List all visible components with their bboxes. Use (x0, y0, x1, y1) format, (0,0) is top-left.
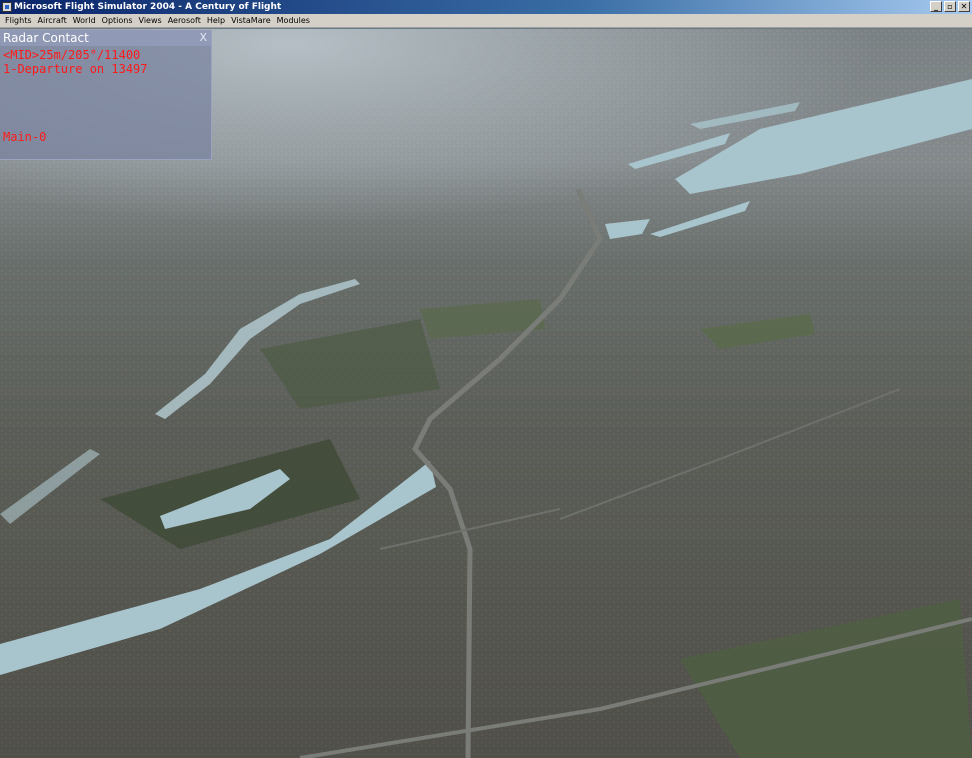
menu-vistamare[interactable]: VistaMare (228, 16, 274, 25)
radar-line-departure[interactable]: 1-Departure on 13497 (3, 62, 148, 76)
menu-aerosoft[interactable]: Aerosoft (165, 16, 204, 25)
radar-line-clearance: <MID>25m/205°/11400 (3, 48, 141, 62)
window-controls: _ ▫ ✕ (930, 1, 970, 12)
menu-help[interactable]: Help (204, 16, 228, 25)
menu-views[interactable]: Views (136, 16, 165, 25)
window-title: Microsoft Flight Simulator 2004 - A Cent… (14, 2, 282, 12)
radar-line-main[interactable]: Main-0 (3, 130, 46, 144)
minimize-button[interactable]: _ (930, 1, 942, 12)
menu-flights[interactable]: Flights (2, 16, 35, 25)
app-icon[interactable] (2, 2, 12, 12)
menu-options[interactable]: Options (99, 16, 136, 25)
radar-close-icon[interactable]: X (199, 31, 207, 44)
radar-title: Radar Contact (3, 31, 89, 45)
title-bar: Microsoft Flight Simulator 2004 - A Cent… (0, 0, 972, 14)
radar-header[interactable]: Radar Contact X (0, 30, 211, 46)
radar-contact-panel[interactable]: Radar Contact X <MID>25m/205°/11400 1-De… (0, 30, 212, 160)
close-button[interactable]: ✕ (958, 1, 970, 12)
menu-world[interactable]: World (70, 16, 99, 25)
menu-modules[interactable]: Modules (274, 16, 313, 25)
menu-bar: Flights Aircraft World Options Views Aer… (0, 14, 972, 28)
menu-aircraft[interactable]: Aircraft (35, 16, 70, 25)
restore-button[interactable]: ▫ (944, 1, 956, 12)
